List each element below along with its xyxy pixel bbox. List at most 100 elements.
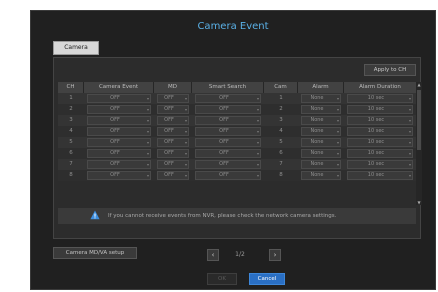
header-alarm-duration: Alarm Duration [359,84,401,90]
cam-number: 1 [279,95,283,101]
camera-event-select[interactable]: OFF ▾ [87,149,151,158]
md-select[interactable]: OFF ▾ [157,138,189,147]
smart-search-select[interactable]: OFF ▾ [195,171,261,180]
chevron-down-icon: ▾ [256,140,259,145]
chevron-down-icon: ▾ [256,96,259,101]
chevron-down-icon: ▾ [256,151,259,156]
alarm-duration-select[interactable]: 10 sec ▾ [347,149,413,158]
camera-event-select[interactable]: OFF ▾ [87,105,151,114]
tab-camera[interactable]: Camera [53,41,99,55]
camera-event-select-value: OFF [110,139,120,145]
cancel-button[interactable]: Cancel [249,273,285,285]
header-md: MD [154,82,192,93]
alarm-select-value: None [310,161,324,167]
chevron-down-icon: ▾ [256,129,259,134]
chevron-down-icon: ▾ [408,107,411,112]
alarm-select[interactable]: None ▾ [301,149,341,158]
chevron-down-icon: ▾ [184,118,187,123]
chevron-right-icon: › [273,251,277,259]
page-indicator: 1/2 [235,251,245,258]
cam-number: 6 [279,150,283,156]
md-select[interactable]: OFF ▾ [157,149,189,158]
scrollbar-thumb[interactable] [417,90,421,150]
channel-number: 5 [69,139,73,145]
alarm-duration-select-value: 10 sec [367,150,385,156]
smart-search-select[interactable]: OFF ▾ [195,116,261,125]
md-select-value: OFF [164,106,174,112]
alarm-select[interactable]: None ▾ [301,171,341,180]
alarm-duration-select-value: 10 sec [367,128,385,134]
notice-bar: If you cannot receive events from NVR, p… [58,208,416,224]
next-page-button[interactable]: › [269,249,281,261]
alarm-duration-select[interactable]: 10 sec ▾ [347,116,413,125]
md-select[interactable]: OFF ▾ [157,105,189,114]
alarm-duration-select[interactable]: 10 sec ▾ [347,160,413,169]
alarm-select[interactable]: None ▾ [301,160,341,169]
smart-search-select[interactable]: OFF ▾ [195,94,261,103]
chevron-down-icon: ▾ [408,162,411,167]
alarm-select-value: None [310,172,324,178]
alarm-select[interactable]: None ▾ [301,138,341,147]
smart-search-select[interactable]: OFF ▾ [195,138,261,147]
alarm-duration-select[interactable]: 10 sec ▾ [347,138,413,147]
camera-event-panel: Apply to CH CH Camera Event MD Smart Sea… [53,57,422,239]
md-select[interactable]: OFF ▾ [157,116,189,125]
chevron-down-icon: ▾ [336,107,339,112]
alarm-duration-select[interactable]: 10 sec ▾ [347,105,413,114]
camera-event-select[interactable]: OFF ▾ [87,160,151,169]
smart-search-select-value: OFF [219,172,229,178]
alarm-duration-select[interactable]: 10 sec ▾ [347,171,413,180]
chevron-down-icon: ▾ [256,162,259,167]
md-select[interactable]: OFF ▾ [157,171,189,180]
alarm-duration-select[interactable]: 10 sec ▾ [347,127,413,136]
chevron-down-icon: ▾ [336,173,339,178]
prev-page-button[interactable]: ‹ [207,249,219,261]
camera-event-select[interactable]: OFF ▾ [87,171,151,180]
smart-search-select-value: OFF [219,117,229,123]
md-select-value: OFF [164,128,174,134]
alarm-select[interactable]: None ▾ [301,116,341,125]
smart-search-select[interactable]: OFF ▾ [195,127,261,136]
ok-button[interactable]: OK [207,273,237,285]
apply-to-ch-button[interactable]: Apply to CH [364,64,416,76]
chevron-down-icon: ▾ [184,96,187,101]
alarm-select-value: None [310,117,324,123]
alarm-duration-select[interactable]: 10 sec ▾ [347,94,413,103]
alarm-select[interactable]: None ▾ [301,94,341,103]
chevron-left-icon: ‹ [211,251,215,259]
table-row: 3 OFF ▾ OFF ▾ OFF ▾ 3 None ▾ 10 sec ▾ [58,115,416,126]
chevron-down-icon: ▾ [256,173,259,178]
alarm-select[interactable]: None ▾ [301,127,341,136]
table-row: 4 OFF ▾ OFF ▾ OFF ▾ 4 None ▾ 10 sec ▾ [58,126,416,137]
channel-number: 1 [69,95,73,101]
md-select-value: OFF [164,117,174,123]
md-select[interactable]: OFF ▾ [157,94,189,103]
chevron-down-icon: ▾ [408,96,411,101]
md-select[interactable]: OFF ▾ [157,160,189,169]
smart-search-select-value: OFF [219,139,229,145]
channel-number: 3 [69,117,73,123]
scroll-down-icon[interactable]: ▼ [416,200,422,205]
chevron-down-icon: ▾ [408,151,411,156]
smart-search-select[interactable]: OFF ▾ [195,149,261,158]
cam-number: 7 [279,161,283,167]
header-camera-event: Camera Event [84,82,154,93]
camera-event-select[interactable]: OFF ▾ [87,116,151,125]
alarm-select[interactable]: None ▾ [301,105,341,114]
smart-search-select-value: OFF [219,161,229,167]
camera-event-select[interactable]: OFF ▾ [87,94,151,103]
chevron-down-icon: ▾ [408,173,411,178]
camera-event-select[interactable]: OFF ▾ [87,127,151,136]
smart-search-select[interactable]: OFF ▾ [195,105,261,114]
table-row: 8 OFF ▾ OFF ▾ OFF ▾ 8 None ▾ 10 sec ▾ [58,170,416,181]
camera-event-select[interactable]: OFF ▾ [87,138,151,147]
chevron-down-icon: ▾ [336,129,339,134]
md-select[interactable]: OFF ▾ [157,127,189,136]
table-scrollbar[interactable]: ▲ ▼ [416,82,422,205]
channel-number: 4 [69,128,73,134]
md-select-value: OFF [164,150,174,156]
smart-search-select[interactable]: OFF ▾ [195,160,261,169]
scroll-up-icon[interactable]: ▲ [416,82,422,87]
alarm-select-value: None [310,139,324,145]
camera-md-va-setup-button[interactable]: Camera MD/VA setup [53,247,137,259]
